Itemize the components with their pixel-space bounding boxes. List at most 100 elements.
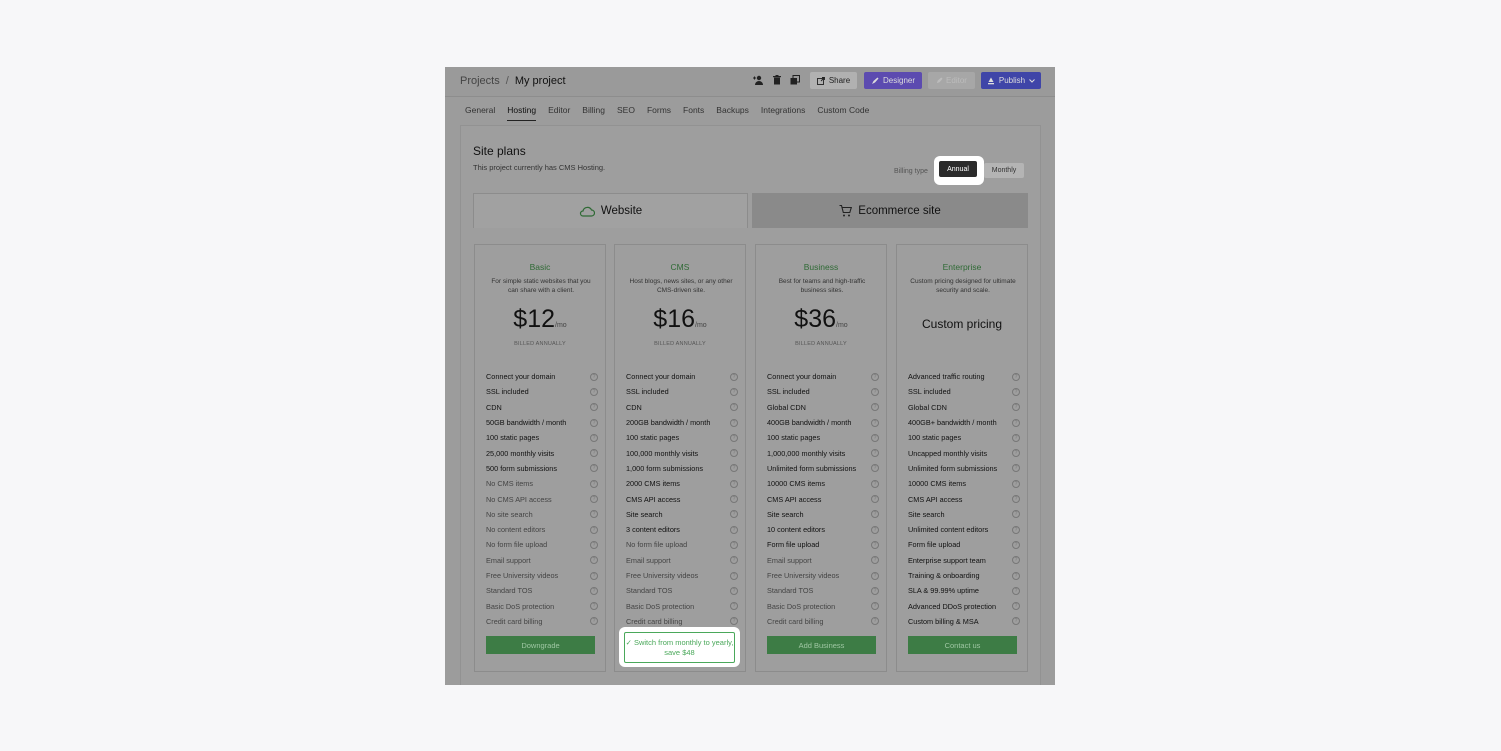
help-icon[interactable]: ?	[590, 449, 598, 458]
tab-custom-code[interactable]: Custom Code	[817, 105, 869, 121]
share-button[interactable]: Share	[810, 72, 857, 89]
switch-to-yearly-button[interactable]: ✓ Switch from monthly to yearly, save $4…	[624, 632, 735, 663]
help-icon[interactable]: ?	[590, 617, 598, 626]
price-period: /mo	[695, 322, 707, 329]
help-icon[interactable]: ?	[590, 495, 598, 504]
tab-billing[interactable]: Billing	[582, 105, 605, 121]
tab-backups[interactable]: Backups	[716, 105, 749, 121]
help-icon[interactable]: ?	[730, 449, 738, 458]
tab-integrations[interactable]: Integrations	[761, 105, 805, 121]
help-icon[interactable]: ?	[1012, 479, 1020, 488]
help-icon[interactable]: ?	[871, 525, 879, 534]
help-icon[interactable]: ?	[590, 602, 598, 611]
plan-name: Basic	[529, 262, 551, 272]
help-icon[interactable]: ?	[590, 525, 598, 534]
help-icon[interactable]: ?	[730, 540, 738, 549]
help-icon[interactable]: ?	[730, 571, 738, 580]
help-icon[interactable]: ?	[1012, 556, 1020, 565]
help-icon[interactable]: ?	[871, 464, 879, 473]
chevron-down-icon[interactable]	[1029, 78, 1035, 83]
help-icon[interactable]: ?	[871, 510, 879, 519]
help-icon[interactable]: ?	[871, 586, 879, 595]
help-icon[interactable]: ?	[871, 602, 879, 611]
help-icon[interactable]: ?	[871, 556, 879, 565]
help-icon[interactable]: ?	[1012, 433, 1020, 442]
help-icon[interactable]: ?	[1012, 403, 1020, 412]
tab-ecommerce[interactable]: Ecommerce site	[752, 193, 1028, 228]
help-icon[interactable]: ?	[590, 433, 598, 442]
monthly-toggle[interactable]: Monthly	[984, 163, 1024, 178]
add-user-icon[interactable]	[752, 75, 764, 85]
help-icon[interactable]: ?	[1012, 464, 1020, 473]
add-business-button[interactable]: Add Business	[767, 636, 876, 654]
help-icon[interactable]: ?	[1012, 525, 1020, 534]
tab-fonts[interactable]: Fonts	[683, 105, 704, 121]
tab-general[interactable]: General	[465, 105, 495, 121]
help-icon[interactable]: ?	[1012, 495, 1020, 504]
help-icon[interactable]: ?	[590, 571, 598, 580]
designer-button[interactable]: Designer	[864, 72, 922, 89]
help-icon[interactable]: ?	[871, 571, 879, 580]
contact-us-button[interactable]: Contact us	[908, 636, 1017, 654]
help-icon[interactable]: ?	[1012, 372, 1020, 381]
help-icon[interactable]: ?	[1012, 540, 1020, 549]
help-icon[interactable]: ?	[730, 387, 738, 396]
tab-hosting[interactable]: Hosting	[507, 105, 537, 121]
tab-website[interactable]: Website	[473, 193, 748, 228]
help-icon[interactable]: ?	[730, 556, 738, 565]
help-icon[interactable]: ?	[730, 403, 738, 412]
help-icon[interactable]: ?	[590, 586, 598, 595]
help-icon[interactable]: ?	[730, 372, 738, 381]
tab-ecommerce-label: Ecommerce site	[858, 204, 941, 217]
help-icon[interactable]: ?	[1012, 602, 1020, 611]
help-icon[interactable]: ?	[1012, 449, 1020, 458]
help-icon[interactable]: ?	[730, 617, 738, 626]
duplicate-icon[interactable]	[790, 75, 800, 85]
editor-button[interactable]: Editor	[928, 72, 975, 89]
help-icon[interactable]: ?	[871, 617, 879, 626]
help-icon[interactable]: ?	[871, 479, 879, 488]
price-amount: $36	[794, 305, 837, 333]
tab-seo[interactable]: SEO	[617, 105, 635, 121]
help-icon[interactable]: ?	[590, 540, 598, 549]
help-icon[interactable]: ?	[871, 495, 879, 504]
help-icon[interactable]: ?	[730, 602, 738, 611]
help-icon[interactable]: ?	[871, 387, 879, 396]
annual-toggle[interactable]: Annual	[939, 161, 977, 177]
tab-forms[interactable]: Forms	[647, 105, 671, 121]
help-icon[interactable]: ?	[1012, 586, 1020, 595]
help-icon[interactable]: ?	[590, 556, 598, 565]
help-icon[interactable]: ?	[730, 464, 738, 473]
help-icon[interactable]: ?	[730, 510, 738, 519]
help-icon[interactable]: ?	[730, 479, 738, 488]
help-icon[interactable]: ?	[1012, 418, 1020, 427]
feature-item: 100 static pages?	[908, 430, 1020, 445]
help-icon[interactable]: ?	[1012, 617, 1020, 626]
tab-editor[interactable]: Editor	[548, 105, 570, 121]
trash-icon[interactable]	[773, 75, 781, 85]
help-icon[interactable]: ?	[871, 540, 879, 549]
help-icon[interactable]: ?	[1012, 387, 1020, 396]
breadcrumb-projects[interactable]: Projects	[460, 75, 500, 87]
help-icon[interactable]: ?	[871, 418, 879, 427]
downgrade-button[interactable]: Downgrade	[486, 636, 595, 654]
help-icon[interactable]: ?	[590, 387, 598, 396]
help-icon[interactable]: ?	[871, 449, 879, 458]
publish-button[interactable]: Publish	[981, 72, 1041, 89]
help-icon[interactable]: ?	[730, 418, 738, 427]
help-icon[interactable]: ?	[590, 479, 598, 488]
help-icon[interactable]: ?	[1012, 571, 1020, 580]
help-icon[interactable]: ?	[590, 464, 598, 473]
help-icon[interactable]: ?	[590, 372, 598, 381]
help-icon[interactable]: ?	[730, 586, 738, 595]
help-icon[interactable]: ?	[871, 433, 879, 442]
help-icon[interactable]: ?	[1012, 510, 1020, 519]
help-icon[interactable]: ?	[590, 510, 598, 519]
help-icon[interactable]: ?	[590, 418, 598, 427]
help-icon[interactable]: ?	[730, 433, 738, 442]
help-icon[interactable]: ?	[730, 495, 738, 504]
help-icon[interactable]: ?	[590, 403, 598, 412]
help-icon[interactable]: ?	[871, 403, 879, 412]
help-icon[interactable]: ?	[871, 372, 879, 381]
help-icon[interactable]: ?	[730, 525, 738, 534]
